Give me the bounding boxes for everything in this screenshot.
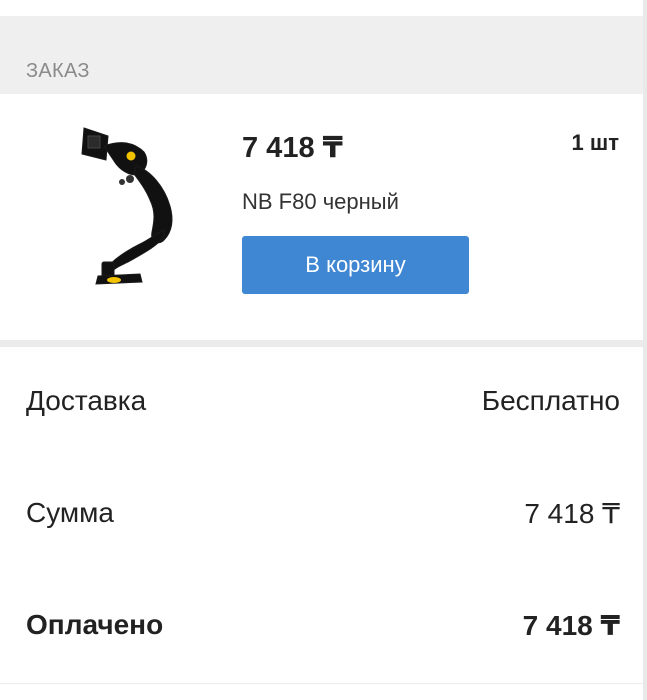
paid-row: Оплачено 7 418 ₸ [0,571,643,684]
total-row: Сумма 7 418 ₸ [0,459,643,572]
total-value: 7 418 ₸ [524,498,620,529]
order-product-card: 7 418 ₸ 1 шт NB F80 черный В корзину [0,94,643,340]
product-price: 7 418 ₸ [242,132,343,164]
total-label: Сумма [26,497,114,528]
add-to-cart-button[interactable]: В корзину [242,236,469,294]
delivery-row: Доставка Бесплатно [0,347,643,460]
order-details-page: ЗАКАЗ 7 418 ₸ 1 шт NB F80 черный В корзи… [0,0,647,700]
scrollbar-track[interactable] [643,0,647,700]
delivery-label: Доставка [26,385,147,416]
section-divider [0,340,643,347]
delivery-value: Бесплатно [481,385,620,416]
paid-label: Оплачено [26,609,164,640]
paid-value: 7 418 ₸ [522,610,620,641]
order-section-header: ЗАКАЗ [0,16,643,94]
product-name[interactable]: NB F80 черный [242,189,399,215]
order-section-title: ЗАКАЗ [26,60,90,82]
top-strip [0,0,643,16]
monitor-arm-image[interactable] [70,124,188,286]
product-quantity: 1 шт [571,130,619,155]
